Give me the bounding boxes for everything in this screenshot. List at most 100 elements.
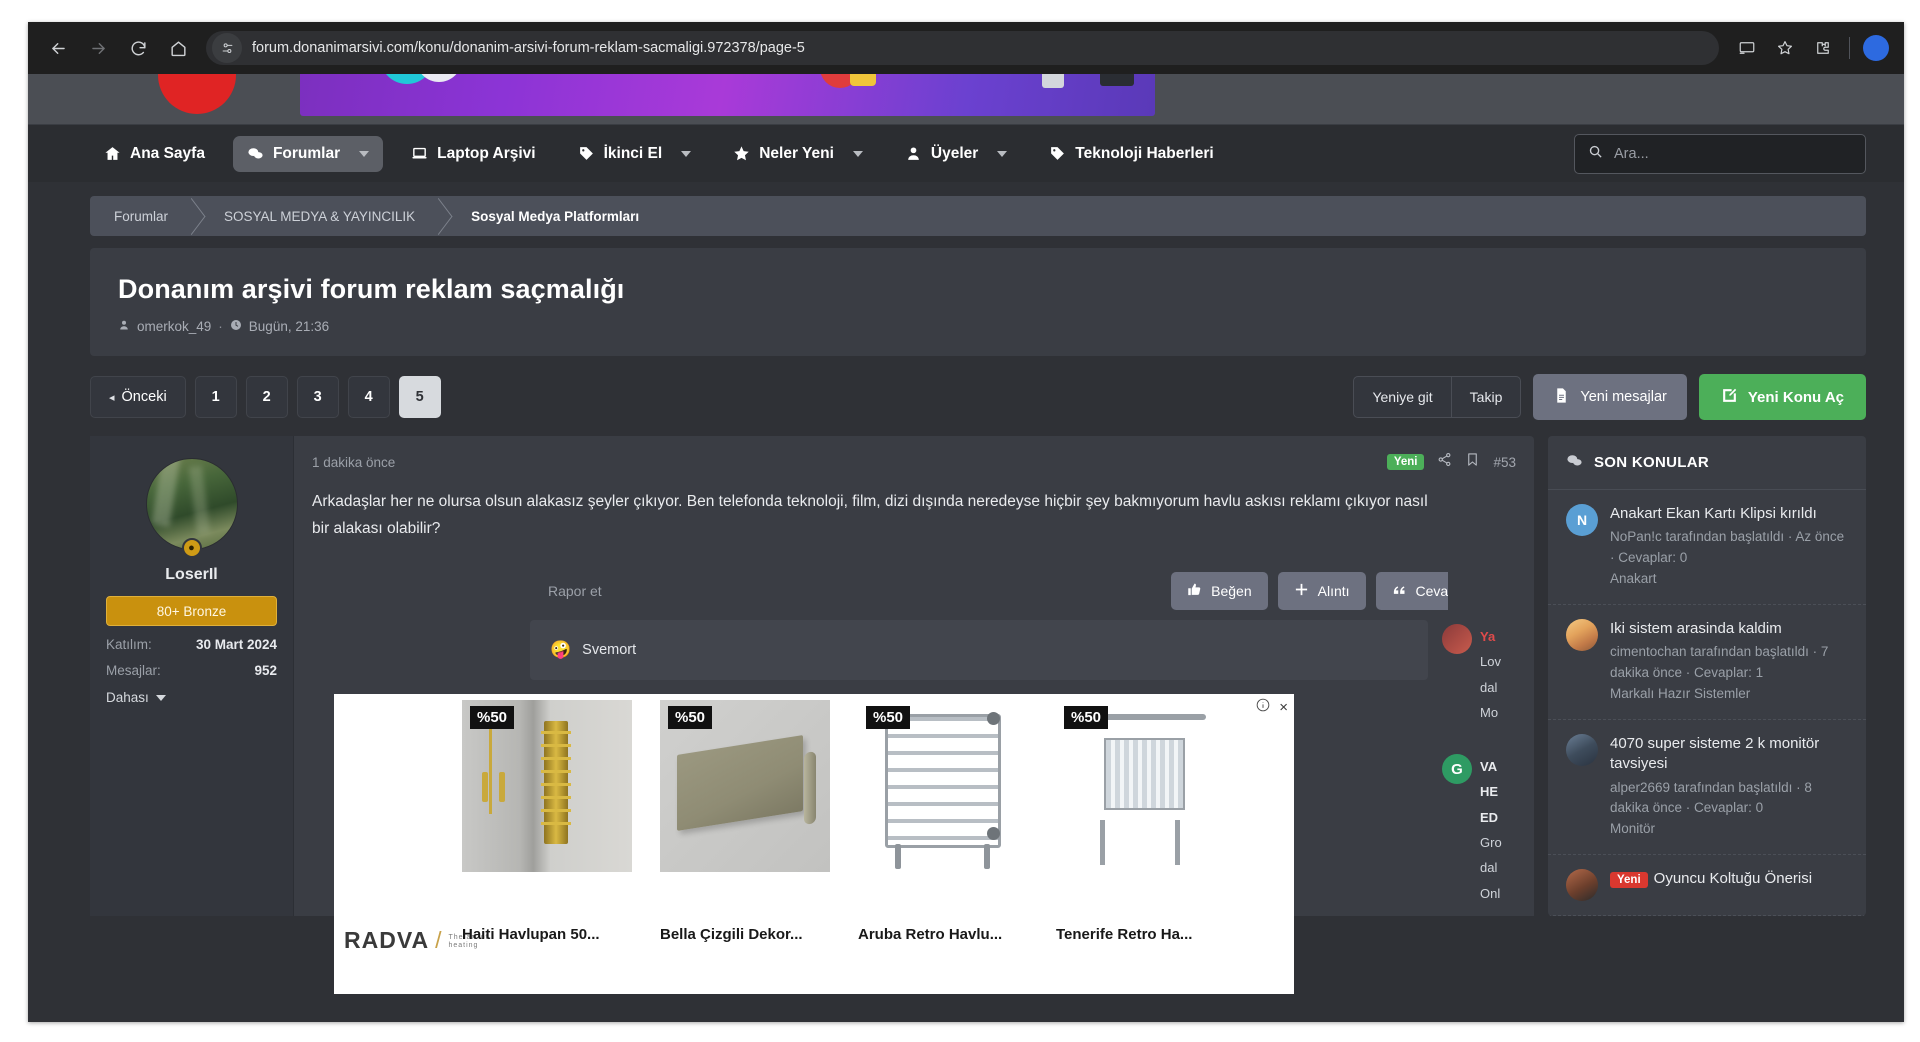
pagination-page-5-current[interactable]: 5 xyxy=(398,376,441,418)
ad-product-card[interactable]: %50 Bella Çizgili Dekor... xyxy=(660,694,830,943)
new-messages-button[interactable]: Yeni mesajlar xyxy=(1533,374,1687,420)
chevron-down-icon[interactable] xyxy=(681,150,692,157)
list-item-body: 4070 super sisteme 2 k monitör tavsiyesi… xyxy=(1610,734,1848,840)
post-card: ● LoserIl 80+ Bronze Katılım: 30 Mart 20… xyxy=(90,436,1534,994)
ad-product-title[interactable]: Aruba Retro Havlu... xyxy=(858,926,1028,943)
pagination-previous[interactable]: ◂ Önceki xyxy=(90,376,186,418)
forward-icon[interactable] xyxy=(78,28,118,68)
quote-label: Alıntı xyxy=(1317,583,1350,599)
cast-icon[interactable] xyxy=(1729,30,1765,66)
mini-reply-1[interactable]: Ya Lov dal Mo xyxy=(1442,624,1526,725)
breadcrumb-item-current[interactable]: Sosyal Medya Platformları xyxy=(449,196,655,236)
mini-reply-line: dal xyxy=(1480,679,1498,695)
thread-date: Bugün, 21:36 xyxy=(248,319,330,334)
home-icon xyxy=(104,145,121,162)
ad-product-card[interactable]: %50 Aruba Retro Havlu... xyxy=(858,694,1028,943)
breadcrumb-item-category[interactable]: SOSYAL MEDYA & YAYINCILIK xyxy=(202,196,431,236)
share-icon[interactable] xyxy=(1437,452,1452,472)
breadcrumb-separator xyxy=(431,196,449,236)
new-thread-button[interactable]: Yeni Konu Aç xyxy=(1698,374,1866,420)
chevron-down-icon[interactable] xyxy=(852,150,863,157)
chevron-down-icon[interactable] xyxy=(359,150,370,157)
toolbar-divider xyxy=(1849,37,1850,59)
list-item[interactable]: 4070 super sisteme 2 k monitör tavsiyesi… xyxy=(1548,720,1866,856)
nav-item-label: Forumlar xyxy=(272,144,341,162)
pagination-page-1[interactable]: 1 xyxy=(194,376,237,418)
bookmark-icon[interactable] xyxy=(1465,452,1480,472)
nav-item-teknoloji-haberleri[interactable]: Teknoloji Haberleri xyxy=(1035,136,1227,172)
mini-reply-2[interactable]: G VA HE ED Gro dal Onl xyxy=(1442,754,1526,906)
post-header: 1 dakika önce Yeni #53 xyxy=(312,452,1516,472)
ad-product-title[interactable]: Tenerife Retro Ha... xyxy=(1056,926,1226,943)
thread-subtitle: NoPan!c tarafından başlatıldı · Az önce … xyxy=(1610,529,1845,566)
ad-product-title[interactable]: Haiti Havlupan 50... xyxy=(462,926,632,943)
thread-node[interactable]: Monitör xyxy=(1610,819,1848,840)
product-part xyxy=(895,844,902,869)
list-item[interactable]: N Anakart Ekan Kartı Klipsi kırıldı NoPa… xyxy=(1548,490,1866,606)
thread-node[interactable]: Markalı Hazır Sistemler xyxy=(1610,684,1848,705)
back-icon[interactable] xyxy=(38,28,78,68)
product-part xyxy=(885,713,1001,848)
nav-item-forumlar[interactable]: Forumlar xyxy=(232,135,384,172)
thread-link[interactable]: Iki sistem arasinda kaldim xyxy=(1610,619,1848,639)
thread-author[interactable]: omerkok_49 xyxy=(137,319,211,334)
ad-product-card[interactable]: %50 Tenerife Retro Ha... xyxy=(1056,694,1226,943)
user-more-toggle[interactable]: Dahası xyxy=(106,690,277,705)
signature-name[interactable]: Svemort xyxy=(582,642,636,658)
avatar[interactable] xyxy=(145,458,238,550)
info-icon[interactable] xyxy=(1256,698,1270,717)
post-body-text: Arkadaşlar her ne olursa olsun alakasız … xyxy=(312,493,1428,538)
nav-item-uyeler[interactable]: Üyeler xyxy=(891,136,1021,172)
url-text[interactable]: forum.donanimarsivi.com/konu/donanim-ars… xyxy=(252,40,805,56)
report-link[interactable]: Rapor et xyxy=(548,583,602,599)
thread-link[interactable]: 4070 super sisteme 2 k monitör tavsiyesi xyxy=(1610,734,1848,775)
chat-icon xyxy=(1566,452,1583,473)
bookmark-star-icon[interactable] xyxy=(1767,30,1803,66)
goto-new-button[interactable]: Yeniye git xyxy=(1354,377,1450,417)
nav-item-label: Teknoloji Haberleri xyxy=(1075,144,1214,162)
advertisement-block[interactable]: × RADVA / The art of heating %50 Haiti H… xyxy=(334,694,1294,994)
ad-product-title[interactable]: Bella Çizgili Dekor... xyxy=(660,926,830,943)
nav-item-neler-yeni[interactable]: Neler Yeni xyxy=(719,136,877,172)
nav-item-ana-sayfa[interactable]: Ana Sayfa xyxy=(90,136,219,172)
breadcrumb-item-forumlar[interactable]: Forumlar xyxy=(90,196,184,236)
site-settings-icon[interactable] xyxy=(212,33,242,63)
pagination-page-2[interactable]: 2 xyxy=(245,376,288,418)
pagination-page-3[interactable]: 3 xyxy=(296,376,339,418)
profile-avatar[interactable] xyxy=(1858,30,1894,66)
list-item[interactable]: Yeni Oyuncu Koltuğu Önerisi xyxy=(1548,855,1866,917)
chevron-down-icon[interactable] xyxy=(997,150,1008,157)
nav-item-label: Üyeler xyxy=(930,144,979,162)
extensions-icon[interactable] xyxy=(1805,30,1841,66)
banner-blob xyxy=(1042,74,1064,88)
post-author-name[interactable]: LoserIl xyxy=(106,566,277,584)
ad-product-image: %50 xyxy=(858,700,1028,872)
post-number[interactable]: #53 xyxy=(1493,455,1516,470)
product-part xyxy=(499,772,506,803)
banner-advert[interactable] xyxy=(300,74,1155,116)
list-item[interactable]: Iki sistem arasinda kaldim cimentochan t… xyxy=(1548,605,1866,721)
post-timestamp[interactable]: 1 dakika önce xyxy=(312,455,395,470)
new-thread-label: Yeni Konu Aç xyxy=(1747,388,1844,406)
search-input[interactable]: Ara... xyxy=(1574,133,1866,174)
thread-link[interactable]: Anakart Ekan Kartı Klipsi kırıldı xyxy=(1610,504,1848,524)
nav-item-ikinci-el[interactable]: İkinci El xyxy=(564,136,706,172)
thread-link[interactable]: Yeni Oyuncu Koltuğu Önerisi xyxy=(1610,869,1812,889)
thread-node[interactable]: Anakart xyxy=(1610,569,1848,590)
like-button[interactable]: Beğen xyxy=(1171,572,1268,610)
mini-reply-text: VA HE ED Gro dal Onl xyxy=(1480,754,1526,906)
user-joined-label: Katılım: xyxy=(106,637,152,652)
ad-product-card[interactable]: %50 Haiti Havlupan 50... xyxy=(462,694,632,943)
pagination-page-4[interactable]: 4 xyxy=(347,376,390,418)
screenshot-root: forum.donanimarsivi.com/konu/donanim-ars… xyxy=(0,0,1920,1042)
online-status-badge: ● xyxy=(181,538,202,558)
follow-button[interactable]: Takip xyxy=(1450,377,1521,417)
nav-item-laptop-arsivi[interactable]: Laptop Arşivi xyxy=(397,136,549,172)
ad-discount-badge: %50 xyxy=(1064,706,1109,729)
home-icon[interactable] xyxy=(158,28,198,68)
breadcrumb-separator xyxy=(184,196,202,236)
reload-icon[interactable] xyxy=(118,28,158,68)
address-bar[interactable]: forum.donanimarsivi.com/konu/donanim-ars… xyxy=(206,31,1719,65)
quote-button[interactable]: Alıntı xyxy=(1277,572,1366,610)
close-icon[interactable]: × xyxy=(1279,700,1288,715)
